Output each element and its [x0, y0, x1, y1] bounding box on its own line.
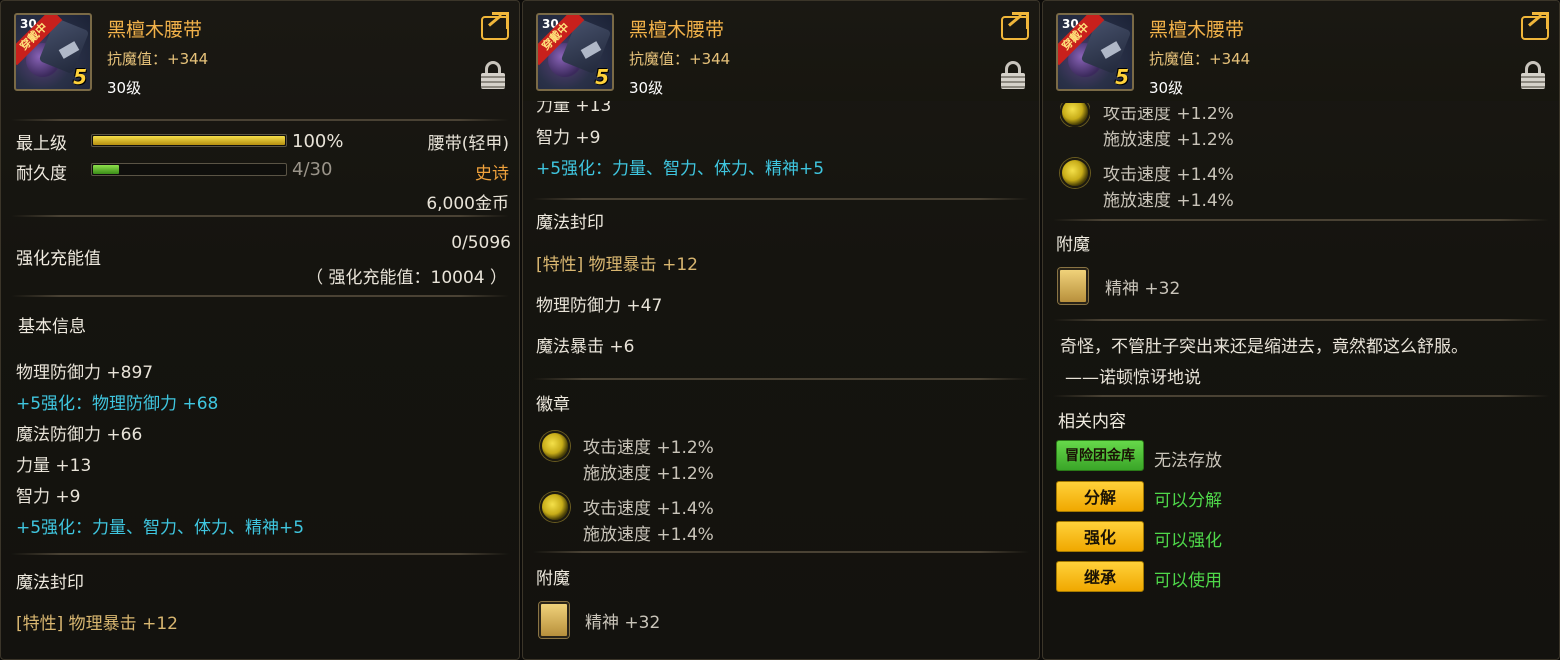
- emblem-line: 攻击速度 +1.2%: [583, 438, 714, 458]
- enchant-line: 精神 +32: [585, 613, 661, 633]
- grade-badge: 5: [73, 65, 87, 89]
- stat-line: 智力 +9: [536, 128, 601, 148]
- divider: [11, 553, 509, 555]
- divider: [533, 198, 1029, 200]
- item-tooltip-panel-1: 30 穿戴中 5 黑檀木腰带 抗魔值：+344 30级 最上级 100% 腰带(…: [0, 0, 520, 660]
- top-grade-bar-fill: [93, 136, 285, 145]
- seal-title: 魔法封印: [16, 573, 84, 593]
- enhance-button[interactable]: 强化: [1056, 521, 1144, 552]
- divider: [1053, 319, 1549, 321]
- top-grade-label: 最上级: [16, 134, 67, 154]
- inherit-button[interactable]: 继承: [1056, 561, 1144, 592]
- item-header: 30 穿戴中 5 黑檀木腰带 抗魔值：+344 30级: [1, 1, 519, 101]
- grade-badge: 5: [1115, 65, 1129, 89]
- stat-line: +5强化：力量、智力、体力、精神+5: [536, 159, 825, 179]
- divider: [533, 378, 1029, 380]
- divider: [1053, 395, 1549, 397]
- enchant-title: 附魔: [536, 569, 570, 589]
- divider: [533, 551, 1029, 553]
- emblem-line-clipped: 攻击速度 +1.2%: [1103, 104, 1234, 124]
- item-name: 黑檀木腰带: [107, 19, 203, 41]
- lock-icon[interactable]: [1001, 61, 1025, 89]
- enchant-card-icon[interactable]: [539, 602, 569, 638]
- charge-label: 强化充能值: [16, 249, 101, 269]
- stat-line: 魔法防御力 +66: [16, 425, 143, 445]
- item-name: 黑檀木腰带: [629, 19, 725, 41]
- charge-note: （ 强化充能值：10004 ）: [306, 268, 507, 288]
- emblem-line: 攻击速度 +1.4%: [583, 499, 714, 519]
- basic-info-title: 基本信息: [18, 317, 86, 337]
- belt-item-icon[interactable]: 30 穿戴中 5: [14, 13, 92, 91]
- stat-line: 物理防御力 +897: [16, 363, 154, 383]
- inherit-status: 可以使用: [1154, 571, 1222, 591]
- item-level: 30级: [107, 79, 142, 97]
- belt-item-icon[interactable]: 30 穿戴中 5: [1056, 13, 1134, 91]
- item-header: 30 穿戴中 5 黑檀木腰带 抗魔值：+344 30级: [523, 1, 1039, 101]
- durability-bar: [91, 163, 287, 176]
- flavor-author: ——诺顿惊讶地说: [1065, 368, 1201, 388]
- item-tooltip-panel-2: 力量 +13 30 穿戴中 5 黑檀木腰带 抗魔值：+344 30级 智力 +9…: [522, 0, 1040, 660]
- emblem-line: 施放速度 +1.4%: [1103, 191, 1234, 211]
- stat-line: +5强化：力量、智力、体力、精神+5: [16, 518, 305, 538]
- item-tooltip-panel-3: 攻击速度 +1.2% 30 穿戴中 5 黑檀木腰带 抗魔值：+344 30级 施…: [1042, 0, 1560, 660]
- divider: [11, 119, 509, 121]
- divider: [1053, 219, 1549, 221]
- emblem-icon-clipped[interactable]: [1060, 103, 1090, 127]
- enchant-line: 精神 +32: [1105, 279, 1181, 299]
- vault-status: 无法存放: [1154, 451, 1222, 471]
- related-title: 相关内容: [1058, 412, 1126, 432]
- top-grade-value: 100%: [292, 131, 344, 152]
- price-label: 6,000金币: [426, 194, 509, 214]
- item-level: 30级: [1149, 79, 1184, 97]
- enchant-title: 附魔: [1056, 235, 1090, 255]
- adventure-vault-button[interactable]: 冒险团金库: [1056, 440, 1144, 471]
- seal-line: 魔法暴击 +6: [536, 337, 635, 357]
- durability-label: 耐久度: [16, 164, 67, 184]
- emblem-line: 施放速度 +1.2%: [1103, 130, 1234, 150]
- emblem-line: 施放速度 +1.4%: [583, 525, 714, 545]
- stat-line: 智力 +9: [16, 487, 81, 507]
- top-grade-bar: [91, 134, 287, 147]
- seal-line: [特性] 物理暴击 +12: [536, 255, 698, 275]
- tooltip-stage: 30 穿戴中 5 黑檀木腰带 抗魔值：+344 30级 最上级 100% 腰带(…: [0, 0, 1560, 660]
- emblem-icon[interactable]: [540, 431, 570, 461]
- enhance-status: 可以强化: [1154, 531, 1222, 551]
- disassemble-button[interactable]: 分解: [1056, 481, 1144, 512]
- lock-icon[interactable]: [481, 61, 505, 89]
- share-icon[interactable]: [481, 16, 509, 40]
- item-magic-resist: 抗魔值：+344: [1149, 50, 1251, 68]
- item-header: 30 穿戴中 5 黑檀木腰带 抗魔值：+344 30级: [1043, 1, 1559, 101]
- divider: [11, 215, 509, 217]
- flavor-text: 奇怪，不管肚子突出来还是缩进去，竟然都这么舒服。: [1060, 337, 1468, 357]
- seal-line: [特性] 物理暴击 +12: [16, 614, 178, 634]
- emblem-line: 施放速度 +1.2%: [583, 464, 714, 484]
- enchant-card-icon[interactable]: [1058, 268, 1088, 304]
- emblem-line: 攻击速度 +1.4%: [1103, 165, 1234, 185]
- durability-bar-fill: [93, 165, 119, 174]
- item-level: 30级: [629, 79, 664, 97]
- seal-title: 魔法封印: [536, 213, 604, 233]
- share-icon[interactable]: [1001, 16, 1029, 40]
- seal-line: 物理防御力 +47: [536, 296, 663, 316]
- grade-badge: 5: [595, 65, 609, 89]
- stat-line: +5强化：物理防御力 +68: [16, 394, 219, 414]
- emblem-icon[interactable]: [1060, 158, 1090, 188]
- item-type: 腰带(轻甲): [427, 134, 509, 154]
- divider: [11, 295, 509, 297]
- lock-icon[interactable]: [1521, 61, 1545, 89]
- durability-value: 4/30: [292, 159, 333, 180]
- charge-value: 0/5096: [451, 233, 511, 253]
- stat-line: 力量 +13: [16, 456, 92, 476]
- emblem-icon[interactable]: [540, 492, 570, 522]
- item-name: 黑檀木腰带: [1149, 19, 1245, 41]
- rarity-label: 史诗: [475, 164, 509, 184]
- item-magic-resist: 抗魔值：+344: [629, 50, 731, 68]
- share-icon[interactable]: [1521, 16, 1549, 40]
- item-magic-resist: 抗魔值：+344: [107, 50, 209, 68]
- belt-item-icon[interactable]: 30 穿戴中 5: [536, 13, 614, 91]
- disassemble-status: 可以分解: [1154, 491, 1222, 511]
- emblem-title: 徽章: [536, 395, 570, 415]
